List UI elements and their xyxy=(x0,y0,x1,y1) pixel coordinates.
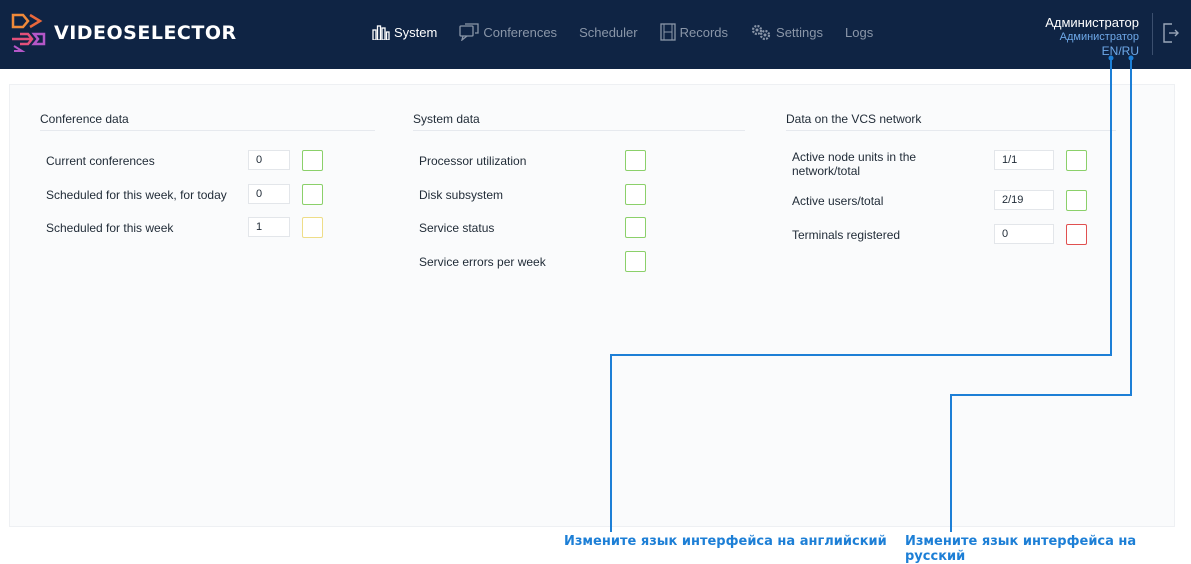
terminals-registered-label: Terminals registered xyxy=(792,228,901,242)
terminals-registered-status xyxy=(1066,224,1087,245)
gears-icon xyxy=(751,24,771,41)
header-divider xyxy=(1152,13,1153,55)
service-errors-label: Service errors per week xyxy=(419,255,546,269)
nav-scheduler-label: Scheduler xyxy=(579,24,638,40)
scheduled-today-label: Scheduled for this week, for today xyxy=(46,188,227,202)
nav-conferences[interactable]: Conferences xyxy=(459,23,557,41)
videoselector-logo-icon xyxy=(11,13,46,52)
service-errors-status xyxy=(625,251,646,272)
conference-data-title: Conference data xyxy=(40,112,129,126)
film-icon xyxy=(659,23,676,41)
terminals-registered-value: 0 xyxy=(994,224,1054,244)
dashboard-panel: Conference data Current conferences 0 Sc… xyxy=(9,84,1175,527)
nav-system-label: System xyxy=(394,24,438,40)
active-nodes-label: Active node units in the network/total xyxy=(792,150,917,178)
top-bar: VIDEOSELECTOR System Conferences Schedul… xyxy=(0,0,1191,69)
language-switch[interactable]: EN/RU xyxy=(1045,44,1139,58)
vcs-data-title: Data on the VCS network xyxy=(786,112,922,126)
current-conferences-label: Current conferences xyxy=(46,154,155,168)
active-nodes-value: 1/1 xyxy=(994,150,1054,170)
logo[interactable]: VIDEOSELECTOR xyxy=(10,12,237,52)
system-data-title: System data xyxy=(413,112,480,126)
scheduled-week-label: Scheduled for this week xyxy=(46,221,174,235)
nav-conferences-label: Conferences xyxy=(483,24,558,40)
brand-name: VIDEOSELECTOR xyxy=(54,22,237,44)
disk-subsystem-label: Disk subsystem xyxy=(419,188,504,202)
disk-subsystem-status xyxy=(625,184,646,205)
scheduled-today-value: 0 xyxy=(248,184,290,204)
user-role: Администратор xyxy=(1059,31,1139,43)
scheduled-week-status xyxy=(302,217,323,238)
nav-settings-label: Settings xyxy=(776,24,824,40)
user-name[interactable]: Администратор xyxy=(1045,15,1139,30)
processor-utilization-status xyxy=(625,150,646,171)
active-users-value: 2/19 xyxy=(994,190,1054,210)
processor-utilization-label: Processor utilization xyxy=(419,154,527,168)
chat-bubbles-icon xyxy=(459,23,479,41)
current-conferences-status xyxy=(302,150,323,171)
scheduled-today-status xyxy=(302,184,323,205)
nav-scheduler[interactable]: Scheduler xyxy=(579,25,638,40)
conference-data-rule xyxy=(40,130,375,131)
nav-logs[interactable]: Logs xyxy=(845,25,873,40)
system-data-rule xyxy=(413,130,745,131)
annotation-english: Измените язык интерфейса на английский xyxy=(564,534,887,549)
scheduled-week-value: 1 xyxy=(248,217,290,237)
active-users-label: Active users/total xyxy=(792,194,884,208)
main-nav: System Conferences Scheduler Records Set… xyxy=(372,20,895,44)
active-users-status xyxy=(1066,190,1087,211)
vcs-data-rule xyxy=(786,130,1116,131)
service-status-status xyxy=(625,217,646,238)
nav-records[interactable]: Records xyxy=(659,23,729,41)
nav-logs-label: Logs xyxy=(845,24,874,40)
nav-records-label: Records xyxy=(679,24,729,40)
user-info: Администратор Администратор EN/RU xyxy=(1045,15,1139,58)
nav-system[interactable]: System xyxy=(372,24,437,40)
service-status-label: Service status xyxy=(419,221,495,235)
current-conferences-value: 0 xyxy=(248,150,290,170)
nav-settings[interactable]: Settings xyxy=(750,23,823,41)
active-nodes-status xyxy=(1066,150,1087,171)
bar-chart-icon xyxy=(372,25,390,40)
logout-icon[interactable] xyxy=(1163,23,1179,43)
annotation-russian: Измените язык интерфейса на русский xyxy=(905,534,1137,564)
